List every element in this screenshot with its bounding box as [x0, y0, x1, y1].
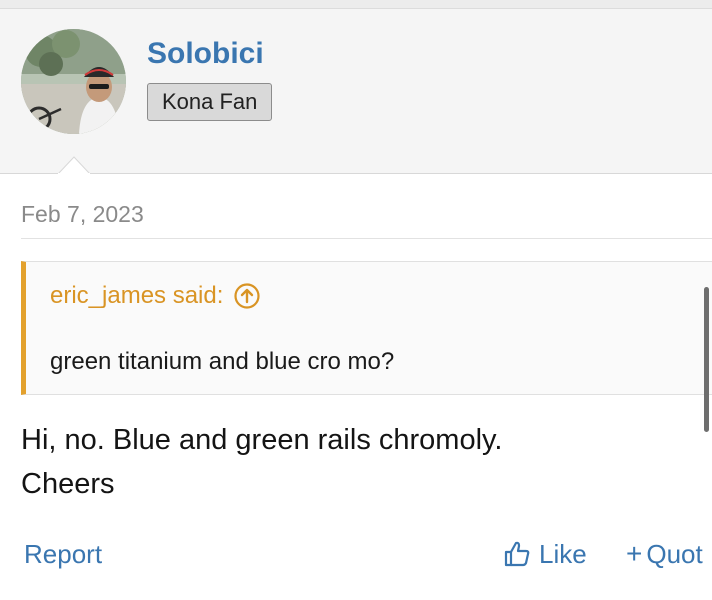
user-title-badge: Kona Fan	[147, 83, 273, 121]
message-line: Hi, no. Blue and green rails chromoly.	[21, 424, 503, 456]
quote-header[interactable]: eric_james said:	[50, 281, 261, 311]
post-message: Hi, no. Blue and green rails chromoly. C…	[21, 418, 502, 506]
quote-button[interactable]: + Quot	[626, 537, 703, 571]
plus-icon: +	[626, 538, 643, 569]
post-date[interactable]: Feb 7, 2023	[21, 200, 144, 228]
quote-block: eric_james said: green titanium and blue…	[21, 261, 712, 395]
quote-author-label[interactable]: eric_james said:	[50, 281, 223, 311]
like-button[interactable]: Like	[503, 537, 587, 571]
date-divider	[21, 238, 712, 239]
report-link[interactable]: Report	[24, 537, 102, 571]
quote-label: Quot	[646, 539, 703, 569]
avatar[interactable]	[21, 29, 126, 134]
scrollbar[interactable]	[704, 287, 709, 432]
username-link[interactable]: Solobici	[147, 37, 264, 71]
thumbs-up-icon	[504, 541, 530, 567]
user-block-pointer	[58, 156, 90, 175]
like-label: Like	[539, 539, 587, 569]
arrow-up-circle-icon[interactable]	[233, 282, 261, 310]
top-divider-strip	[0, 0, 712, 9]
avatar-photo	[21, 29, 126, 134]
post-user-header: Solobici Kona Fan	[0, 9, 712, 174]
quote-text: green titanium and blue cro mo?	[50, 348, 395, 375]
message-line: Cheers	[21, 468, 115, 500]
